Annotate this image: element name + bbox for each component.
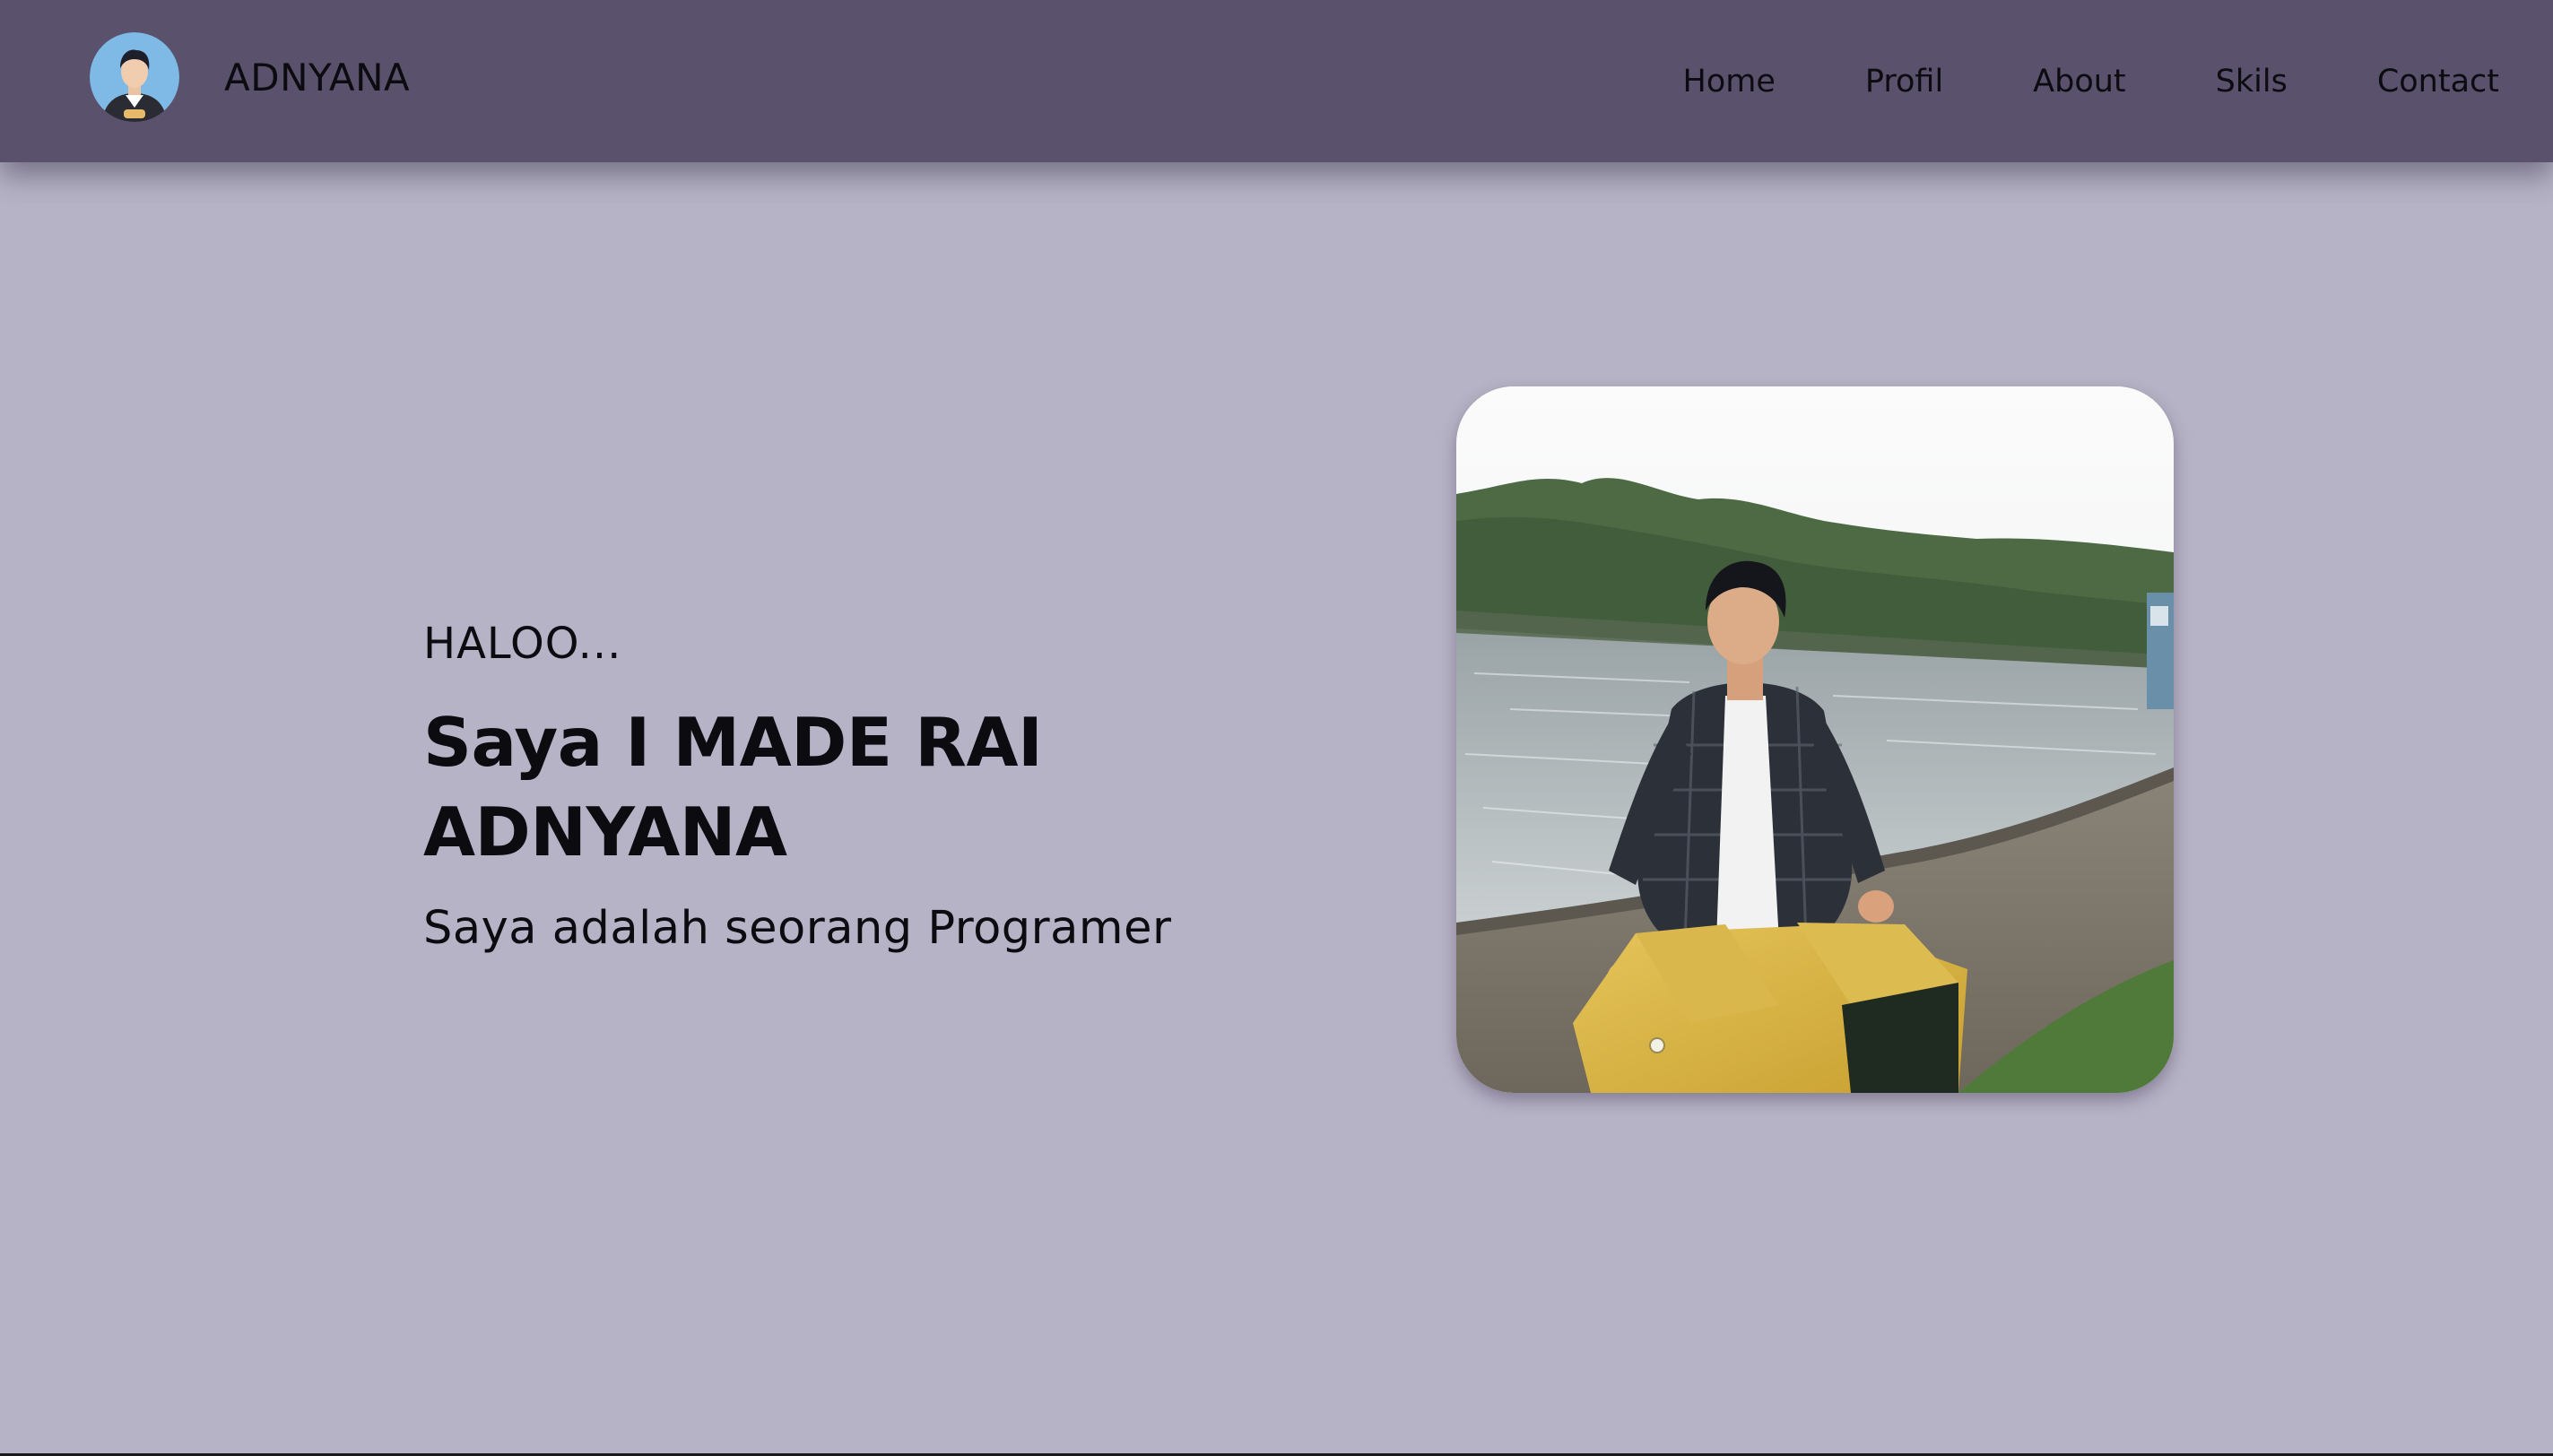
nav-link-home[interactable]: Home (1683, 64, 1776, 100)
navbar: ADNYANA Home Profil About Skils Contact (0, 0, 2553, 162)
hero-headline: Saya I MADE RAI ADNYANA (423, 703, 1043, 871)
nav-link-skils[interactable]: Skils (2216, 64, 2288, 100)
profile-photo (1456, 386, 2174, 1093)
hero-greeting: HALOO... (423, 619, 622, 669)
brand[interactable]: ADNYANA (90, 32, 410, 122)
avatar-icon (90, 32, 179, 122)
hero-tagline: Saya adalah seorang Programer (423, 902, 1172, 955)
brand-name: ADNYANA (224, 55, 411, 100)
hero-text: HALOO... Saya I MADE RAI ADNYANA Saya ad… (423, 610, 1410, 965)
nav-links: Home Profil About Skils Contact (1683, 0, 2499, 162)
nav-link-about[interactable]: About (2033, 64, 2125, 100)
nav-link-profil[interactable]: Profil (1865, 64, 1943, 100)
nav-link-contact[interactable]: Contact (2377, 64, 2499, 100)
